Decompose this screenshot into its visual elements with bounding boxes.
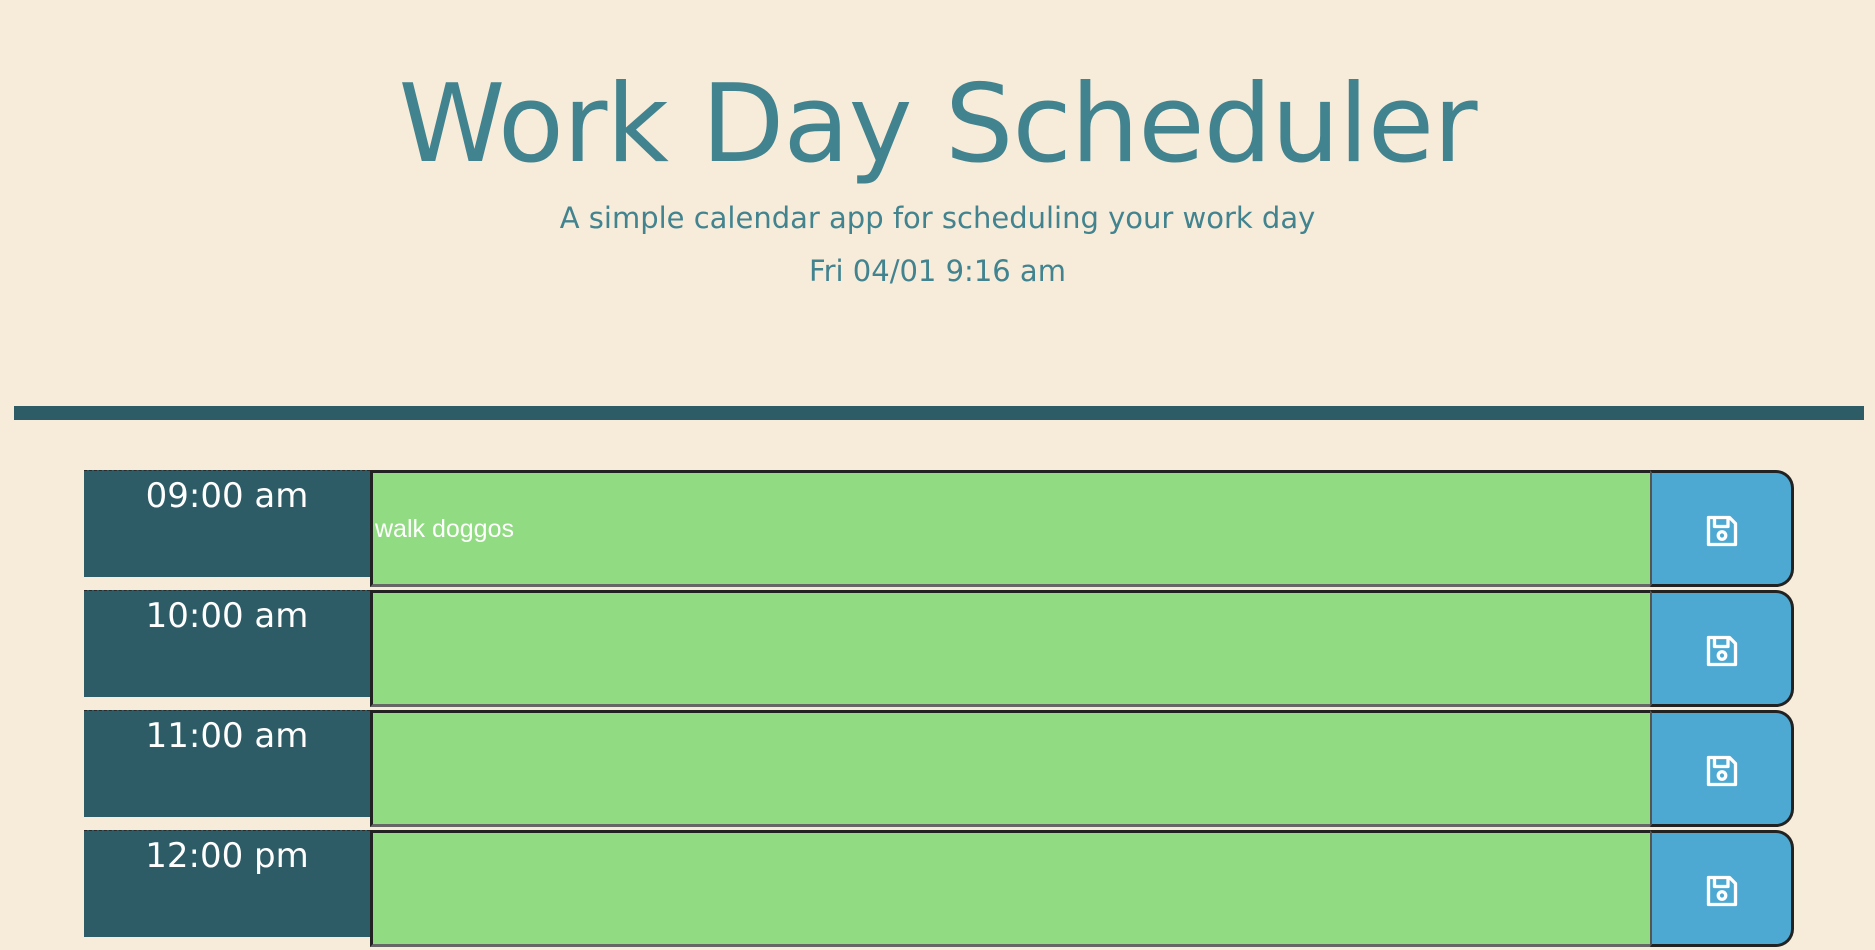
event-description-input[interactable]: [370, 710, 1736, 827]
current-datetime: Fri 04/01 9:16 am: [809, 254, 1066, 288]
save-button[interactable]: [1650, 470, 1794, 587]
save-button[interactable]: [1650, 590, 1794, 707]
event-description-input[interactable]: [370, 590, 1736, 707]
schedule-rows: 09:00 am walk doggos 10:00 am 11:00 am 1…: [84, 470, 1794, 950]
header-divider: [14, 406, 1864, 420]
hour-label: 11:00 am: [84, 710, 370, 817]
hour-label: 12:00 pm: [84, 830, 370, 937]
floppy-disk-icon: [1706, 515, 1738, 547]
page-title: Work Day Scheduler: [398, 62, 1477, 187]
page-subtitle: A simple calendar app for scheduling you…: [559, 201, 1316, 235]
event-description-text: walk doggos: [375, 515, 514, 543]
time-block-row: 10:00 am: [84, 590, 1794, 707]
floppy-disk-icon: [1706, 875, 1738, 907]
hour-label: 10:00 am: [84, 590, 370, 697]
time-block-row: 09:00 am walk doggos: [84, 470, 1794, 587]
header: Work Day Scheduler A simple calendar app…: [0, 0, 1875, 420]
hour-label: 09:00 am: [84, 470, 370, 577]
event-description-input[interactable]: walk doggos: [370, 470, 1736, 587]
floppy-disk-icon: [1706, 635, 1738, 667]
floppy-disk-icon: [1706, 755, 1738, 787]
time-block-row: 11:00 am: [84, 710, 1794, 827]
save-button[interactable]: [1650, 710, 1794, 827]
